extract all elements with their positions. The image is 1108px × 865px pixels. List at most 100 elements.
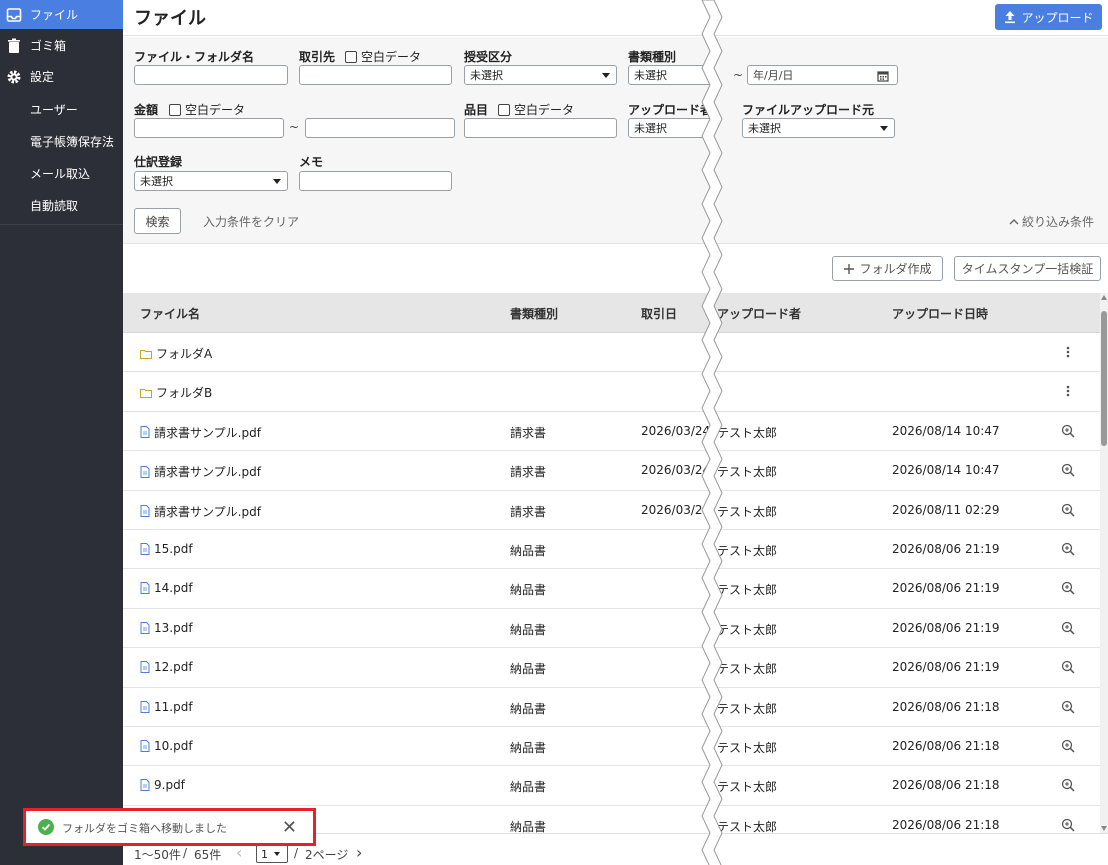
table-row[interactable]: 15.pdf 納品書 テスト太郎 2026/08/06 21:19 [123, 529, 1100, 570]
zoom-in-icon[interactable] [1060, 620, 1076, 636]
zoom-in-icon[interactable] [1060, 541, 1076, 557]
file-name-cell[interactable]: 請求書サンプル.pdf [140, 463, 261, 480]
file-name-cell[interactable]: 11.pdf [140, 700, 193, 714]
zoom-in-icon[interactable] [1060, 659, 1076, 675]
search-button[interactable]: 検索 [134, 208, 181, 234]
pager-sep: / [183, 846, 188, 860]
pdf-file-icon [140, 582, 150, 595]
col-uploader[interactable]: アップロード者 [717, 305, 801, 322]
narrow-conditions-toggle[interactable]: 絞り込み条件 [1009, 213, 1094, 230]
zoom-in-icon[interactable] [1060, 777, 1076, 793]
inbox-icon [6, 7, 22, 23]
scroll-up-arrow[interactable] [1101, 295, 1107, 300]
amount-to-input[interactable] [305, 118, 455, 138]
amount-from-input[interactable] [134, 118, 284, 138]
table-row[interactable]: 11.pdf 納品書 テスト太郎 2026/08/06 21:18 [123, 687, 1100, 727]
close-icon[interactable]: ✕ [282, 817, 297, 838]
uploader-cell: テスト太郎 [717, 425, 778, 440]
zoom-in-icon[interactable] [1060, 699, 1076, 715]
sidebar-item-files[interactable]: ファイル [0, 0, 123, 29]
checkbox-box[interactable] [498, 103, 510, 116]
zoom-in-icon[interactable] [1060, 423, 1076, 439]
table-row[interactable]: 10.pdf 納品書 テスト太郎 2026/08/06 21:18 [123, 726, 1100, 767]
top-bar: ファイル アップロード [123, 0, 1108, 36]
file-name-cell[interactable]: フォルダA [140, 345, 212, 362]
trash-icon [6, 38, 22, 54]
file-folder-name-input[interactable] [134, 65, 288, 85]
item-empty-checkbox[interactable]: 空白データ [498, 101, 574, 118]
clear-conditions-link[interactable]: 入力条件をクリア [203, 213, 299, 230]
scroll-down-arrow[interactable] [1101, 826, 1107, 831]
create-folder-button[interactable]: フォルダ作成 [832, 256, 943, 281]
check-circle-icon [38, 819, 54, 835]
amount-label: 金額 [134, 103, 159, 117]
calendar-icon[interactable] [877, 70, 889, 82]
doc-type-cell: 納品書 [510, 819, 547, 833]
uploader-value: 未選択 [634, 122, 667, 135]
more-vert-icon[interactable] [1060, 344, 1076, 360]
exchange-value: 未選択 [470, 69, 503, 82]
table-row[interactable]: 9.pdf 納品書 テスト太郎 2026/08/06 21:18 [123, 766, 1100, 806]
col-upload-datetime[interactable]: アップロード日時 [892, 305, 988, 322]
zoom-in-icon[interactable] [1060, 738, 1076, 754]
item-input[interactable] [464, 118, 617, 138]
zoom-in-icon[interactable] [1060, 580, 1076, 596]
page-title: ファイル [134, 8, 206, 29]
sidebar-item-auto-read[interactable]: 自動読取 [0, 189, 123, 221]
toast-message: フォルダをゴミ箱へ移動しました [62, 822, 227, 835]
sidebar-item-users[interactable]: ユーザー [0, 93, 123, 125]
upload-datetime-cell: 2026/08/06 21:18 [892, 738, 1000, 753]
sidebar-item-mail-import[interactable]: メール取込 [0, 157, 123, 189]
next-page-button[interactable]: › [356, 843, 362, 862]
sidebar-item-trash[interactable]: ゴミ箱 [0, 31, 123, 60]
table-row[interactable]: 請求書サンプル.pdf 請求書 2026/03/24 テスト太郎 2026/08/14 … [123, 451, 1100, 491]
checkbox-box[interactable] [169, 103, 181, 116]
journal-select[interactable]: 未選択 [134, 171, 288, 191]
col-doc-type[interactable]: 書類種別 [510, 305, 558, 322]
client-input[interactable] [299, 65, 452, 85]
table-row[interactable]: フォルダA [123, 333, 1100, 373]
sidebar-item-e-book-law[interactable]: 電子帳簿保存法 [0, 125, 123, 157]
exchange-select[interactable]: 未選択 [464, 65, 617, 85]
sidebar-item-settings[interactable]: 設定 [0, 62, 123, 91]
page-select[interactable]: 1 [256, 845, 288, 863]
uploader-cell: テスト太郎 [717, 543, 778, 558]
sidebar-item-label: ファイル [30, 8, 79, 22]
zoom-in-icon[interactable] [1060, 462, 1076, 478]
table-row[interactable]: 13.pdf 納品書 テスト太郎 2026/08/06 21:19 [123, 608, 1100, 649]
file-name-cell[interactable]: 15.pdf [140, 542, 193, 556]
table-row[interactable]: 12.pdf 納品書 テスト太郎 2026/08/06 21:19 [123, 648, 1100, 688]
upload-button[interactable]: アップロード [995, 4, 1102, 30]
zoom-in-icon[interactable] [1060, 817, 1076, 833]
table-row[interactable]: フォルダB [123, 372, 1100, 412]
table-row[interactable]: 請求書サンプル.pdf 請求書 2026/03/24 テスト太郎 2026/08/14 … [123, 411, 1100, 452]
checkbox-box[interactable] [345, 50, 357, 63]
col-trade-date[interactable]: 取引日 [641, 305, 677, 322]
file-name: 10.pdf [154, 738, 193, 753]
file-name-cell[interactable]: 10.pdf [140, 739, 193, 753]
date-to-input[interactable]: 年/月/日 [747, 65, 898, 85]
client-empty-checkbox[interactable]: 空白データ [345, 48, 421, 65]
memo-input[interactable] [299, 171, 452, 191]
scroll-thumb[interactable] [1101, 311, 1107, 446]
toast-notification: フォルダをゴミ箱へ移動しました ✕ [23, 808, 316, 846]
table-row[interactable]: 請求書サンプル.pdf 請求書 2026/03/24 テスト太郎 2026/08/11 … [123, 490, 1100, 530]
file-name-cell[interactable]: 13.pdf [140, 621, 193, 635]
file-name-cell[interactable]: フォルダB [140, 384, 212, 401]
table-row[interactable]: 14.pdf 納品書 テスト太郎 2026/08/06 21:19 [123, 569, 1100, 609]
doc-type-cell: 納品書 [510, 622, 547, 637]
create-folder-label: フォルダ作成 [859, 262, 932, 276]
upload-datetime-cell: 2026/08/06 21:19 [892, 660, 1000, 675]
file-name-cell[interactable]: 12.pdf [140, 660, 193, 674]
zoom-in-icon[interactable] [1060, 502, 1076, 518]
timestamp-verify-button[interactable]: タイムスタンプ一括検証 [954, 256, 1101, 281]
file-name-cell[interactable]: 請求書サンプル.pdf [140, 424, 261, 441]
table-scrollbar[interactable] [1100, 293, 1108, 833]
col-file-name[interactable]: ファイル名 [140, 305, 200, 322]
upload-source-select[interactable]: 未選択 [742, 118, 895, 138]
file-name-cell[interactable]: 14.pdf [140, 581, 193, 595]
more-vert-icon[interactable] [1060, 383, 1076, 399]
file-name-cell[interactable]: 請求書サンプル.pdf [140, 503, 261, 520]
amount-empty-checkbox[interactable]: 空白データ [169, 101, 245, 118]
file-name-cell[interactable]: 9.pdf [140, 778, 185, 792]
